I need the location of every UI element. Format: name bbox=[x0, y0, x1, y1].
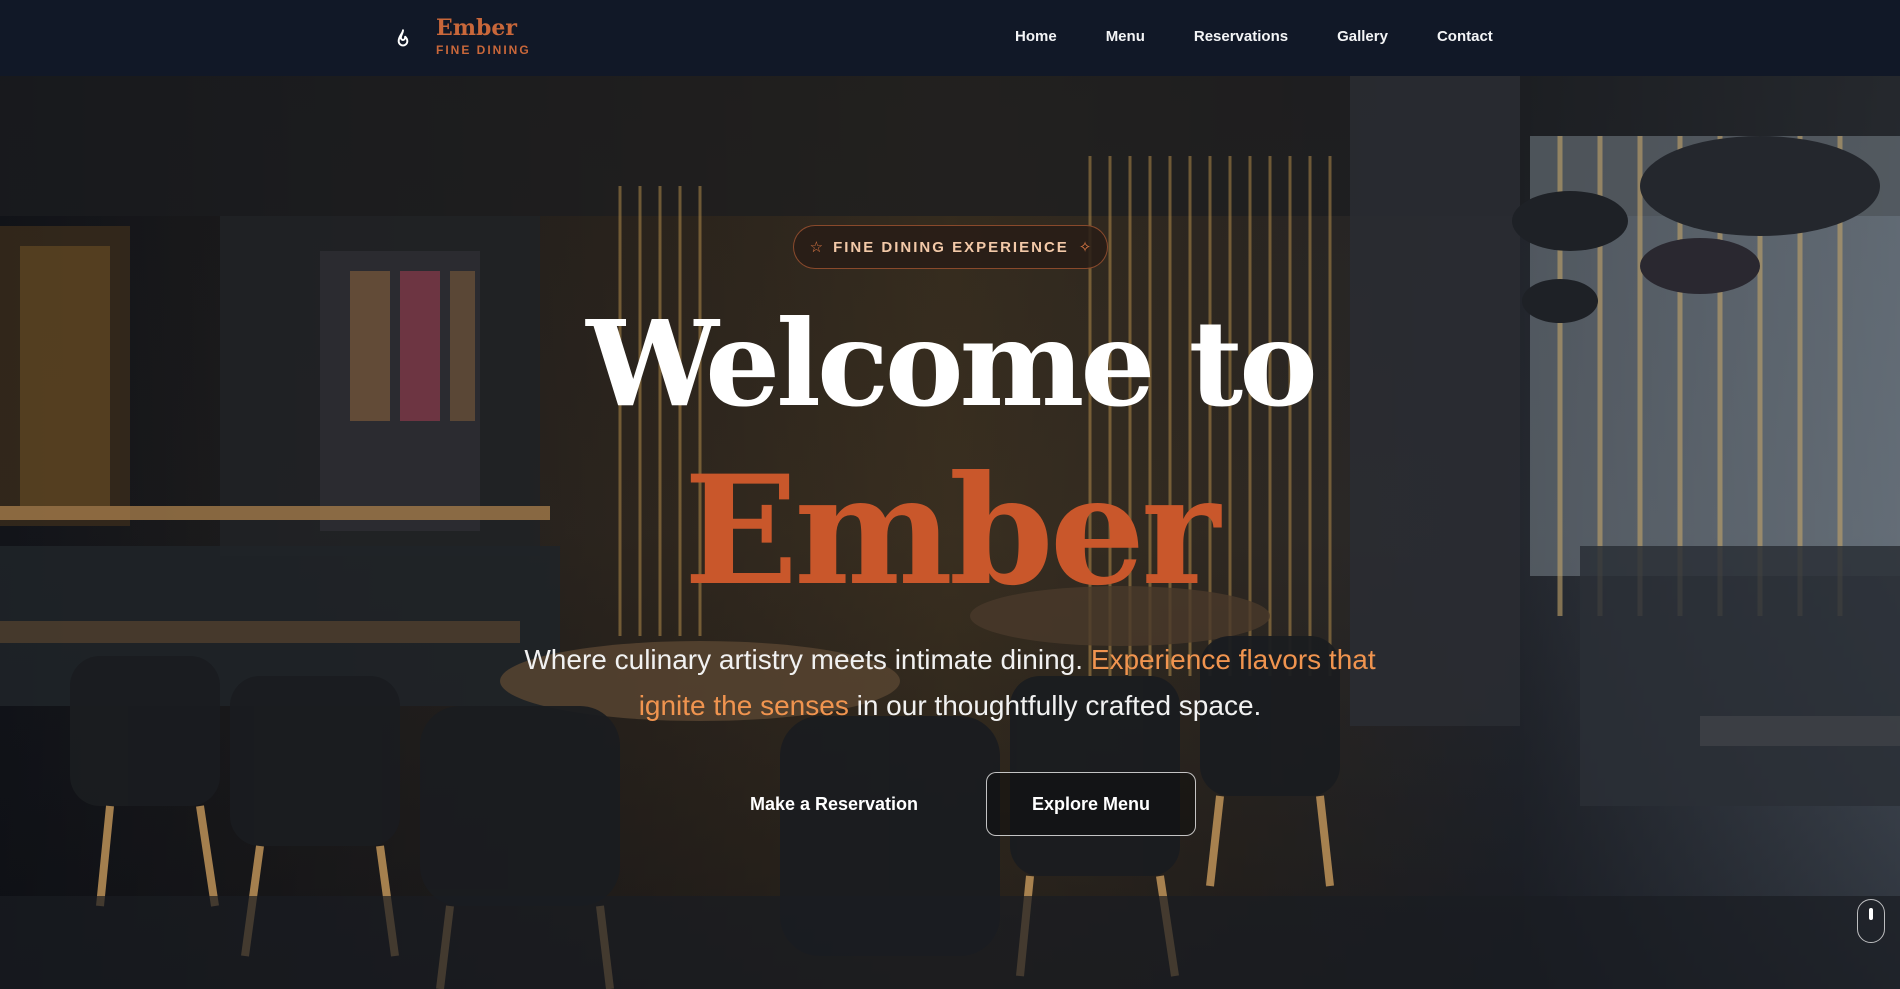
nav-link-home[interactable]: Home bbox=[1015, 28, 1057, 45]
top-navigation: Ember FINE DINING Home Menu Reservations… bbox=[0, 0, 1900, 76]
nav-links: Home Menu Reservations Gallery Contact bbox=[1015, 28, 1493, 45]
hero-subtitle: Where culinary artistry meets intimate d… bbox=[520, 637, 1380, 729]
brand-logo[interactable]: Ember FINE DINING bbox=[390, 16, 531, 57]
subtitle-part1: Where culinary artistry meets intimate d… bbox=[524, 644, 1091, 675]
sparkle-icon: ✧ bbox=[1078, 239, 1092, 256]
explore-menu-button[interactable]: Explore Menu bbox=[986, 772, 1196, 836]
mouse-scroll-icon[interactable] bbox=[1857, 899, 1885, 943]
hero-title-line1: Welcome to bbox=[586, 294, 1318, 433]
brand-tagline: FINE DINING bbox=[436, 43, 531, 57]
flame-icon bbox=[397, 28, 409, 46]
badge-text: FINE DINING EXPERIENCE bbox=[833, 238, 1069, 256]
subtitle-part2: in our thoughtfully crafted space. bbox=[848, 690, 1262, 721]
nav-link-menu[interactable]: Menu bbox=[1106, 28, 1145, 45]
hero-title-line2: Ember bbox=[683, 443, 1220, 619]
brand-text: Ember FINE DINING bbox=[436, 16, 531, 57]
make-reservation-button[interactable]: Make a Reservation bbox=[734, 772, 934, 836]
nav-link-reservations[interactable]: Reservations bbox=[1194, 28, 1288, 45]
nav-link-contact[interactable]: Contact bbox=[1437, 28, 1493, 45]
scroll-wheel bbox=[1869, 908, 1873, 920]
hero-badge: ☆ FINE DINING EXPERIENCE ✧ bbox=[793, 225, 1108, 269]
hero-section: ☆ FINE DINING EXPERIENCE ✧ Welcome to Em… bbox=[0, 76, 1900, 989]
star-icon: ☆ bbox=[809, 239, 824, 256]
nav-link-gallery[interactable]: Gallery bbox=[1337, 28, 1388, 45]
brand-name: Ember bbox=[436, 15, 518, 41]
